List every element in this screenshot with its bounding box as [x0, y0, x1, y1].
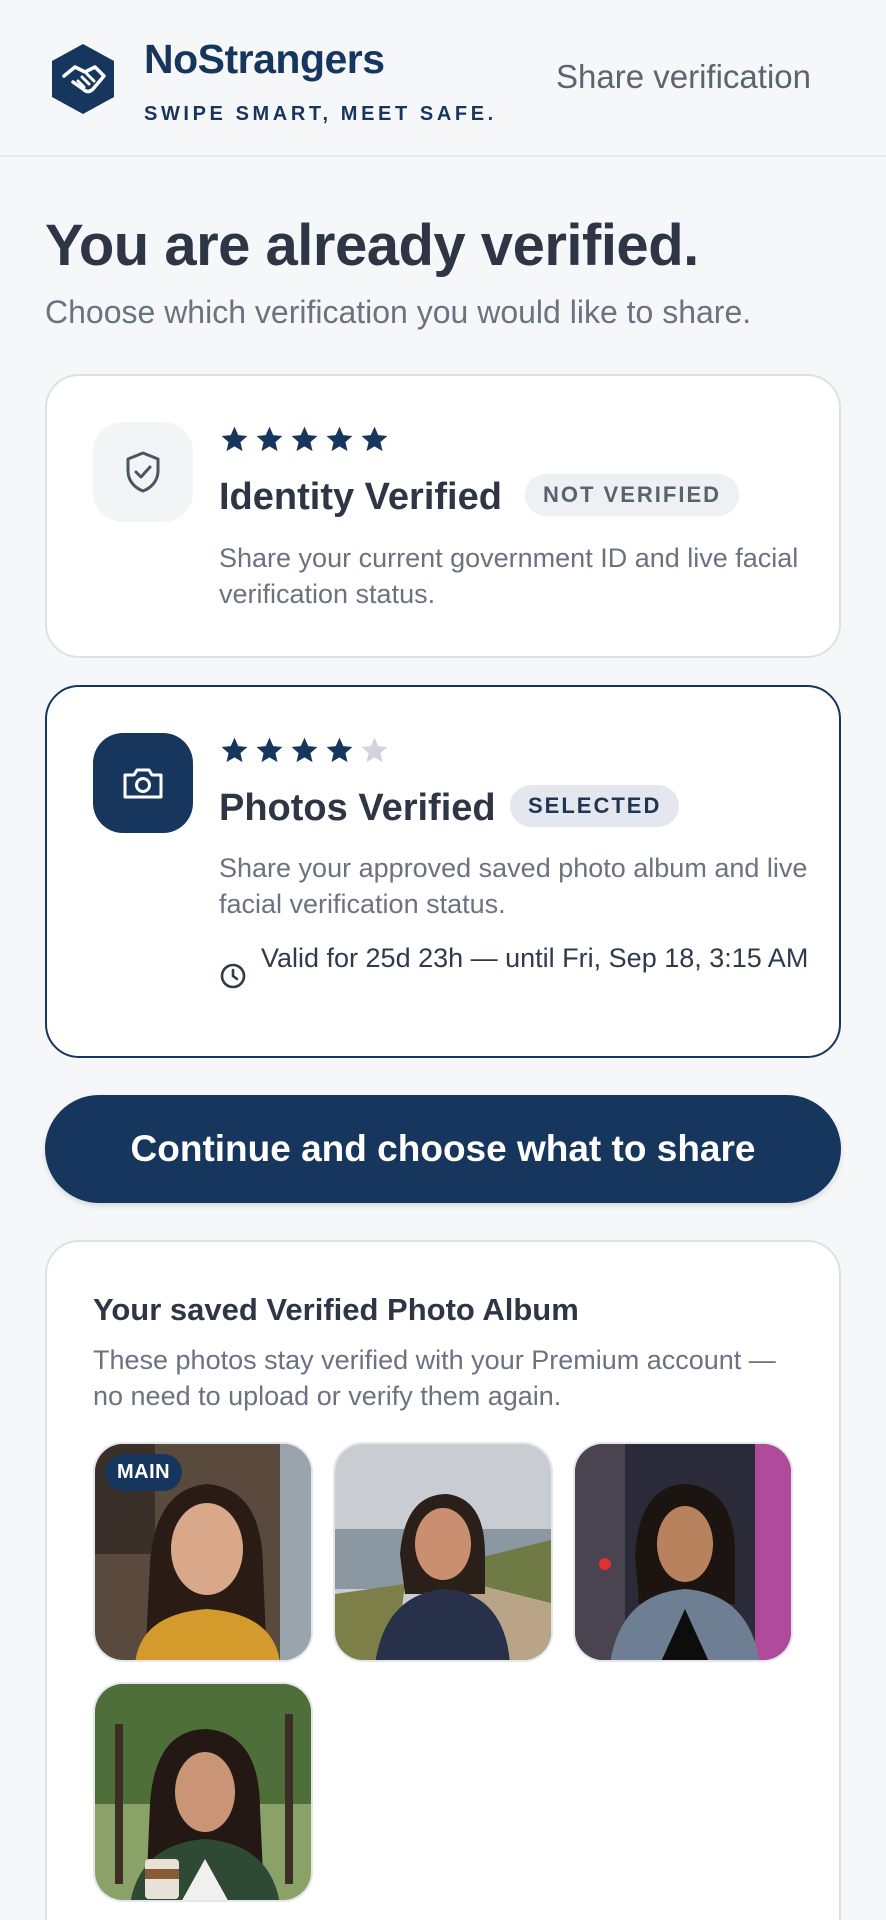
photos-card-title: Photos Verified	[219, 787, 496, 829]
album-photo[interactable]: MAIN	[93, 1442, 313, 1662]
identity-verification-card[interactable]: Identity Verified NOT VERIFIED Share you…	[45, 374, 841, 658]
camera-icon	[123, 768, 163, 799]
main-photo-badge: MAIN	[105, 1454, 183, 1491]
not-verified-badge: NOT VERIFIED	[525, 474, 740, 516]
brand-tagline: SWIPE SMART, MEET SAFE.	[144, 103, 497, 125]
photos-rating-stars	[219, 735, 390, 766]
verified-photo-album-card: Your saved Verified Photo Album These ph…	[45, 1240, 841, 1920]
photos-card-description: Share your approved saved photo album an…	[219, 853, 808, 919]
photos-icon-tile	[93, 733, 193, 833]
selected-badge: SELECTED	[510, 785, 680, 827]
shield-check-icon	[126, 451, 160, 493]
identity-card-description: Share your current government ID and liv…	[219, 543, 799, 609]
validity-row: Valid for 25d 23h — until Fri, Sep 18, 3…	[219, 940, 809, 990]
page-subtitle: Choose which verification you would like…	[45, 294, 752, 330]
album-description: These photos stay verified with your Pre…	[93, 1345, 776, 1411]
album-title: Your saved Verified Photo Album	[93, 1292, 579, 1327]
star-icon	[256, 737, 283, 763]
star-icon	[291, 737, 318, 763]
star-icon	[361, 426, 388, 452]
page-title: You are already verified.	[45, 213, 699, 278]
identity-rating-stars	[219, 424, 390, 455]
star-icon	[361, 737, 388, 763]
album-photo[interactable]	[573, 1442, 793, 1662]
star-icon	[326, 426, 353, 452]
identity-icon-tile	[93, 422, 193, 522]
portrait-photo-4	[95, 1684, 311, 1900]
star-icon	[221, 737, 248, 763]
continue-button[interactable]: Continue and choose what to share	[45, 1095, 841, 1203]
brand-name: NoStrangers	[144, 36, 385, 82]
validity-text: Valid for 25d 23h — until Fri, Sep 18, 3…	[261, 943, 809, 973]
portrait-photo-3	[575, 1444, 791, 1660]
album-photo[interactable]	[93, 1682, 313, 1902]
star-icon	[326, 737, 353, 763]
clock-icon	[220, 963, 246, 989]
album-photo[interactable]	[333, 1442, 553, 1662]
portrait-photo-2	[335, 1444, 551, 1660]
handshake-shield-logo-icon	[52, 44, 114, 114]
app-header: NoStrangers SWIPE SMART, MEET SAFE. Shar…	[0, 0, 886, 157]
photos-verification-card[interactable]: Photos Verified SELECTED Share your appr…	[45, 685, 841, 1058]
identity-card-title: Identity Verified	[219, 476, 502, 518]
star-icon	[291, 426, 318, 452]
star-icon	[221, 426, 248, 452]
star-icon	[256, 426, 283, 452]
share-verification-link[interactable]: Share verification	[556, 58, 811, 96]
